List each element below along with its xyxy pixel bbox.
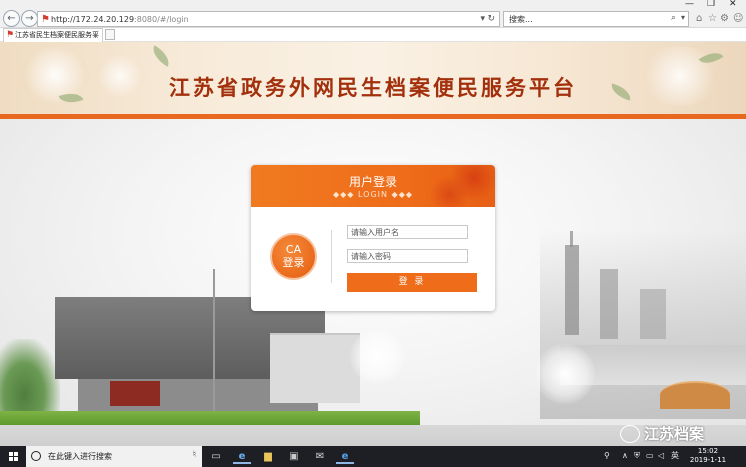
chevron-down-icon[interactable]: ▾: [681, 13, 685, 22]
refresh-icon[interactable]: ↻: [487, 13, 495, 25]
back-arrow-icon: ←: [7, 13, 16, 24]
system-clock[interactable]: 15:02 2019-1-11: [686, 447, 730, 465]
address-url: http://172.24.20.129:8080/#/login: [51, 15, 189, 24]
username-input[interactable]: [347, 225, 468, 239]
ca-login-button[interactable]: CA 登录: [270, 233, 317, 280]
defender-icon[interactable]: ⛨: [634, 451, 640, 461]
taskbar: 在此键入进行搜索 ♮ ▭ e ▆ ▣ ✉ e ⚲ ∧ ⛨ ▭ ◁ 英 15:02…: [0, 446, 746, 467]
restore-button[interactable]: ❐: [707, 0, 715, 9]
login-subheading: ◆◆◆ LOGIN ◆◆◆: [332, 190, 413, 199]
login-heading: 用户登录: [348, 175, 397, 189]
tab-title: 江苏省民生档案便民服务平: [15, 31, 99, 39]
store-icon[interactable]: ▣: [285, 449, 303, 464]
search-dropdown-icon[interactable]: ▾: [480, 13, 485, 25]
edge-browser-icon[interactable]: e: [233, 449, 251, 464]
light-flare: [535, 344, 595, 404]
close-window-button[interactable]: ✕: [729, 0, 737, 9]
login-card: 用户登录 ◆◆◆ LOGIN ◆◆◆ CA 登录 登 录: [251, 165, 495, 311]
forward-button[interactable]: →: [21, 10, 38, 27]
home-icon[interactable]: ⌂: [696, 13, 702, 25]
clock-time: 15:02: [697, 447, 719, 455]
trees: [0, 339, 60, 419]
browser-search-placeholder: 搜索...: [509, 15, 533, 24]
wechat-logo-icon: [620, 425, 640, 443]
ie-browser-icon[interactable]: e: [336, 449, 354, 464]
archive-building-wing: [270, 333, 360, 403]
taskbar-search[interactable]: 在此键入进行搜索 ♮: [26, 446, 202, 467]
browser-search-box[interactable]: 搜索... ⌕ ▾: [503, 11, 689, 27]
dome-building: [660, 381, 730, 409]
task-view-icon[interactable]: ▭: [207, 449, 225, 464]
site-banner: 江苏省政务外网民生档案便民服务平台: [0, 42, 746, 114]
address-bar[interactable]: ⚑ http://172.24.20.129:8080/#/login ▾ ↻: [37, 11, 500, 27]
windows-logo-icon: [9, 452, 18, 461]
leaf-decoration: [148, 45, 174, 67]
clock-date: 2019-1-11: [689, 456, 727, 464]
smiley-feedback-icon[interactable]: ☺: [733, 13, 743, 25]
lawn: [0, 411, 420, 425]
skyline-tower: [640, 289, 666, 339]
browser-toolbar: ← → ⚑ http://172.24.20.129:8080/#/login …: [0, 0, 746, 28]
back-button[interactable]: ←: [3, 10, 20, 27]
watermark-text: 江苏档案: [644, 425, 705, 443]
microphone-icon[interactable]: ♮: [193, 450, 196, 460]
volume-icon[interactable]: ◁: [658, 451, 664, 461]
site-title: 江苏省政务外网民生档案便民服务平台: [169, 75, 577, 100]
favorites-star-icon[interactable]: ☆: [708, 13, 717, 25]
password-input[interactable]: [347, 249, 468, 263]
mail-icon[interactable]: ✉: [311, 449, 329, 464]
archive-building-facade: [110, 381, 160, 406]
minimize-button[interactable]: —: [685, 0, 694, 9]
chevron-up-icon[interactable]: ∧: [622, 451, 628, 461]
tab-favicon-icon: ⚑: [6, 30, 15, 40]
login-card-header: 用户登录 ◆◆◆ LOGIN ◆◆◆: [251, 165, 495, 207]
site-favicon-icon: ⚑: [41, 14, 50, 25]
cortana-icon: [31, 451, 41, 461]
skyline-tower: [600, 269, 618, 339]
tab-bar: ⚑ 江苏省民生档案便民服务平 ×: [0, 28, 746, 42]
flag-pole: [213, 269, 215, 414]
tab-close-icon[interactable]: ×: [92, 30, 99, 41]
login-divider: [331, 230, 332, 283]
login-submit-button[interactable]: 登 录: [347, 273, 477, 292]
network-icon[interactable]: ▭: [646, 451, 654, 461]
new-tab-button[interactable]: [105, 29, 115, 40]
file-explorer-icon[interactable]: ▆: [259, 449, 277, 464]
people-icon[interactable]: ⚲: [604, 451, 610, 461]
gear-icon[interactable]: ⚙: [720, 13, 729, 25]
search-icon[interactable]: ⌕: [671, 13, 676, 23]
start-button[interactable]: [0, 446, 26, 467]
skyline-tower: [565, 245, 579, 335]
forward-arrow-icon: →: [25, 13, 34, 24]
taskbar-search-placeholder: 在此键入进行搜索: [48, 452, 112, 461]
light-flare: [350, 329, 405, 384]
tab-active[interactable]: ⚑ 江苏省民生档案便民服务平 ×: [3, 28, 103, 42]
ime-indicator[interactable]: 英: [671, 451, 679, 461]
